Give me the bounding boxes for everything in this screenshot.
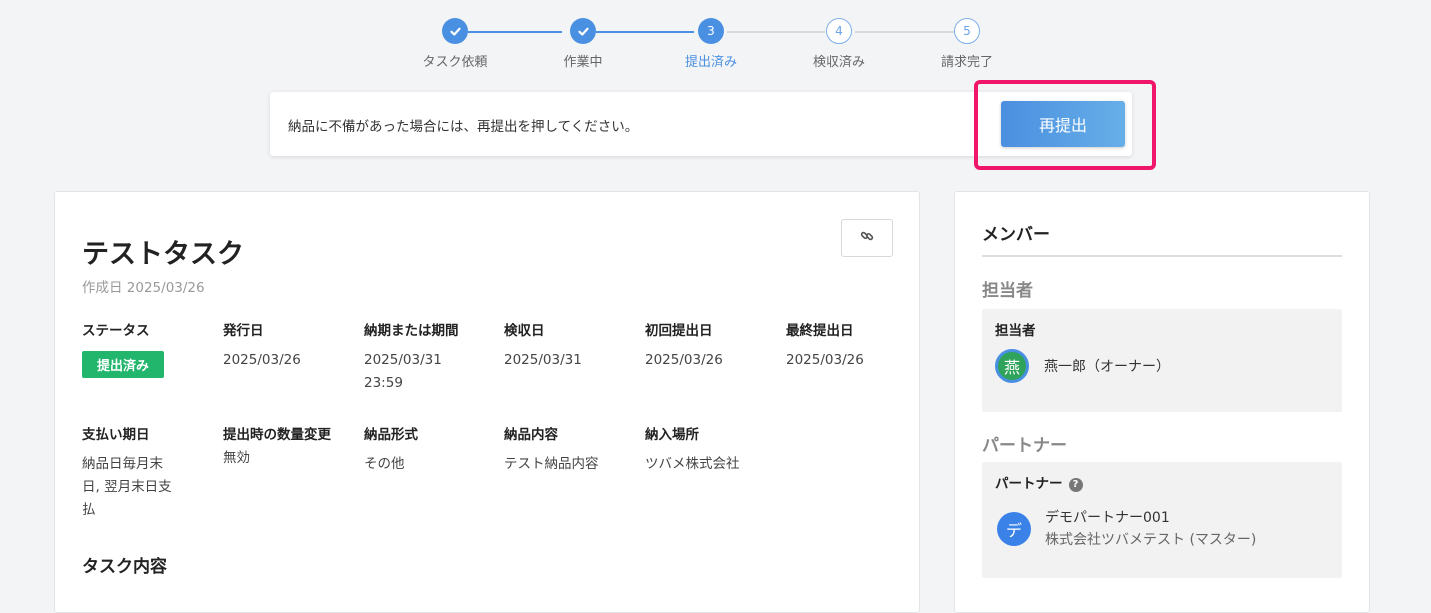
- link-icon: [859, 228, 875, 248]
- field-label: ステータス: [82, 323, 150, 339]
- field-label: 納品内容: [504, 427, 558, 443]
- copy-link-button[interactable]: [841, 219, 893, 257]
- step-inspected: 4 検収済み: [789, 18, 889, 70]
- field-label: 初回提出日: [645, 323, 713, 339]
- step-in-progress: 作業中: [533, 18, 633, 70]
- partner-box: パートナー? デ デモパートナー001 株式会社ツバメテスト (マスター): [982, 462, 1342, 578]
- field-delivery-content: 納品内容 テスト納品内容: [504, 424, 634, 476]
- field-label: 納期または期間: [364, 323, 459, 339]
- progress-stepper: タスク依頼 作業中 3 提出済み 4 検収済み 5 請求完了: [0, 18, 1431, 78]
- step-number: 4: [826, 18, 852, 44]
- step-invoiced: 5 請求完了: [917, 18, 1017, 70]
- field-payment-due: 支払い期日 納品日毎月末日, 翌月末日支払: [82, 424, 178, 522]
- assignee-name[interactable]: 燕一郎（オーナー）: [1044, 356, 1170, 376]
- created-date: 作成日 2025/03/26: [82, 280, 205, 296]
- field-value: 無効: [223, 450, 250, 466]
- field-delivery-format: 納品形式 その他: [364, 424, 494, 476]
- step-label: 提出済み: [684, 55, 737, 70]
- field-deadline: 納期または期間 2025/03/31 23:59: [364, 320, 464, 395]
- help-icon[interactable]: ?: [1068, 477, 1083, 492]
- field-status: ステータス 提出済み: [82, 320, 212, 378]
- check-icon: [442, 18, 468, 44]
- task-detail-card: テストタスク 作成日 2025/03/26 ステータス 提出済み 発行日 202…: [54, 191, 920, 613]
- field-value: 納品日毎月末日, 翌月末日支払: [82, 456, 172, 518]
- partner-name[interactable]: デモパートナー001: [1045, 507, 1170, 527]
- step-number: 5: [954, 18, 980, 44]
- resubmit-button[interactable]: 再提出: [1001, 101, 1125, 147]
- field-value: 2025/03/31 23:59: [364, 352, 442, 391]
- field-inspection-date: 検収日 2025/03/31: [504, 320, 634, 372]
- field-value: 2025/03/31: [504, 352, 582, 368]
- field-label: 納入場所: [645, 427, 699, 443]
- assignee-group-title: 担当者: [982, 281, 1033, 301]
- task-title: テストタスク: [82, 239, 244, 270]
- partner-group-title: パートナー: [982, 436, 1067, 456]
- field-value: その他: [364, 456, 405, 472]
- field-label: 検収日: [504, 323, 545, 339]
- step-label: 作業中: [563, 55, 603, 70]
- divider: [982, 255, 1342, 257]
- field-issue-date: 発行日 2025/03/26: [223, 320, 353, 372]
- step-task-request: タスク依頼: [405, 18, 505, 70]
- notice-text: 納品に不備があった場合には、再提出を押してください。: [288, 119, 639, 135]
- partner-label: パートナー: [995, 476, 1063, 492]
- avatar: 燕: [995, 349, 1029, 383]
- assignee-label: 担当者: [995, 323, 1036, 339]
- status-badge: 提出済み: [82, 351, 165, 378]
- field-value: 2025/03/26: [786, 352, 864, 368]
- field-value: 2025/03/26: [223, 352, 301, 368]
- step-submitted: 3 提出済み: [661, 18, 761, 70]
- step-label: 検収済み: [812, 55, 865, 70]
- assignee-box: 担当者 燕 燕一郎（オーナー）: [982, 309, 1342, 412]
- field-value: 2025/03/26: [645, 352, 723, 368]
- field-label: 支払い期日: [82, 427, 150, 443]
- step-label: タスク依頼: [422, 55, 488, 70]
- members-title: メンバー: [982, 225, 1050, 245]
- field-last-submit: 最終提出日 2025/03/26: [786, 320, 916, 372]
- field-label: 納品形式: [364, 427, 418, 443]
- members-card: メンバー 担当者 担当者 燕 燕一郎（オーナー） パートナー パートナー? デ …: [954, 191, 1370, 613]
- field-label: 発行日: [223, 323, 264, 339]
- field-qty-change: 提出時の数量変更 無効: [223, 424, 335, 470]
- step-number: 3: [698, 18, 724, 44]
- field-delivery-place: 納入場所 ツバメ株式会社: [645, 424, 775, 476]
- step-label: 請求完了: [940, 55, 993, 70]
- field-value: ツバメ株式会社: [645, 456, 740, 472]
- check-icon: [570, 18, 596, 44]
- field-label: 提出時の数量変更: [223, 427, 331, 443]
- partner-label-row: パートナー?: [995, 472, 1083, 492]
- avatar: デ: [997, 512, 1031, 546]
- field-label: 最終提出日: [786, 323, 854, 339]
- field-first-submit: 初回提出日 2025/03/26: [645, 320, 775, 372]
- partner-company: 株式会社ツバメテスト (マスター): [1045, 532, 1257, 548]
- task-content-heading: タスク内容: [82, 557, 167, 577]
- field-value: テスト納品内容: [504, 456, 599, 472]
